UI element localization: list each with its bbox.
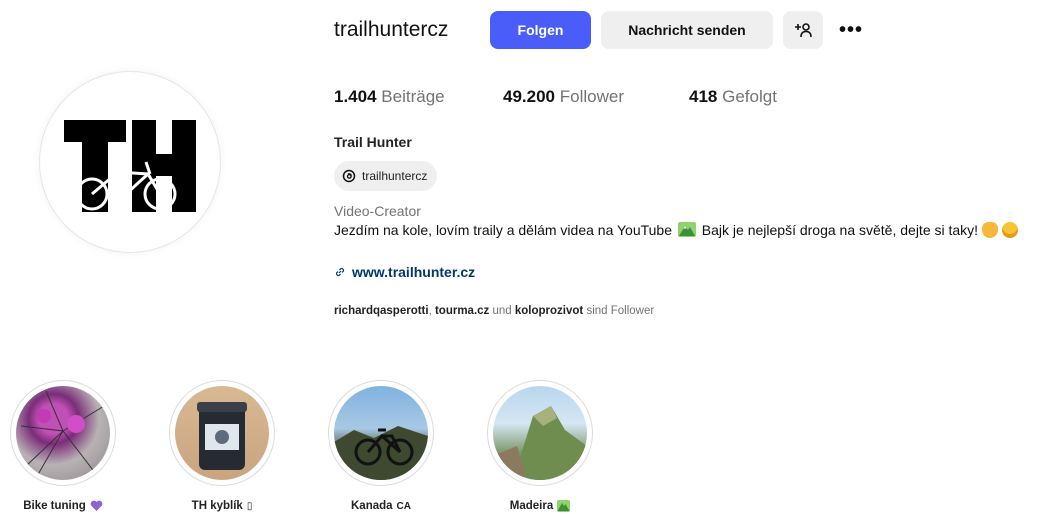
posts-stat: 1.404 Beiträge <box>334 87 445 107</box>
highlight-label: Kanada CA <box>328 500 434 512</box>
highlight-ring <box>487 380 593 486</box>
website-url: www.trailhunter.cz <box>352 264 476 280</box>
following-count: 418 <box>689 87 718 106</box>
trailhunter-logo <box>64 120 196 212</box>
threads-icon <box>342 169 356 183</box>
followers-label: Follower <box>559 87 624 106</box>
highlight-bike-tuning[interactable]: Bike tuning <box>10 380 116 512</box>
highlight-label: Bike tuning <box>10 500 116 512</box>
threads-link[interactable]: trailhuntercz <box>334 161 438 191</box>
highlight-cover-image <box>493 386 587 480</box>
highlight-label-suffix: CA <box>396 500 411 512</box>
following-stat[interactable]: 418 Gefolgt <box>689 87 777 107</box>
mutual-follower-1[interactable]: richardqasperotti <box>334 305 429 317</box>
followers-stat[interactable]: 49.200 Follower <box>503 87 624 107</box>
highlight-label-text: TH kyblík <box>191 500 243 512</box>
mountain-emoji-icon <box>677 222 696 237</box>
highlight-label-suffix: ▯ <box>246 500 253 512</box>
mutual-follower-2[interactable]: tourma.cz <box>435 305 489 317</box>
follow-button[interactable]: Folgen <box>490 11 591 49</box>
highlight-label: Madeira <box>487 500 593 512</box>
profile-avatar[interactable] <box>40 72 220 252</box>
mutual-follower-3[interactable]: koloprozivot <box>515 305 583 317</box>
highlight-cover-image <box>334 386 428 480</box>
website-link[interactable]: www.trailhunter.cz <box>334 264 475 280</box>
more-options-icon: ••• <box>838 19 863 41</box>
highlight-label-text: Madeira <box>509 500 554 512</box>
bio-line1: Jezdím na kole, lovím traily a dělám vid… <box>334 222 673 238</box>
link-icon <box>335 267 345 277</box>
following-label: Gefolgt <box>722 87 777 106</box>
highlight-ring <box>169 380 275 486</box>
highlight-ring <box>328 380 434 486</box>
profile-page: trailhuntercz Folgen Nachricht senden ••… <box>0 0 1054 514</box>
grinning-emoji-icon <box>1001 222 1018 238</box>
followed-by-text: richardqasperotti, tourma.cz und kolopro… <box>334 305 654 317</box>
add-user-icon <box>795 23 812 38</box>
suggest-users-button[interactable] <box>783 11 823 49</box>
highlight-label: TH kyblík ▯ <box>169 500 275 512</box>
profile-username: trailhuntercz <box>334 18 449 41</box>
bio-line2: Bajk je nejlepší droga na světě, dejte s… <box>701 222 979 238</box>
highlight-label-text: Kanada <box>351 500 393 512</box>
profile-category: Video-Creator <box>334 203 421 219</box>
threads-handle: trailhuntercz <box>362 169 428 183</box>
highlight-ring <box>10 380 116 486</box>
followed-by-and: und <box>489 305 515 317</box>
profile-bio: Jezdím na kole, lovím traily a dělám vid… <box>334 221 1049 240</box>
highlight-madeira[interactable]: Madeira <box>487 380 593 512</box>
highlight-cover-image <box>16 386 110 480</box>
highlight-label-text: Bike tuning <box>23 500 86 512</box>
profile-full-name: Trail Hunter <box>334 134 412 150</box>
send-message-button[interactable]: Nachricht senden <box>601 11 773 49</box>
followers-count: 49.200 <box>503 87 555 106</box>
highlight-th-kyblik[interactable]: TH kyblík ▯ <box>169 380 275 512</box>
purple-heart-icon <box>90 500 103 511</box>
highlight-cover-image <box>175 386 269 480</box>
highlight-kanada[interactable]: Kanada CA <box>328 380 434 512</box>
posts-label: Beiträge <box>381 87 445 106</box>
mountain-emoji-icon <box>557 500 571 512</box>
hand-emoji-icon <box>981 222 998 238</box>
more-options-button[interactable]: ••• <box>834 17 868 43</box>
posts-count: 1.404 <box>334 87 377 106</box>
followed-by-suffix: sind Follower <box>583 305 655 317</box>
